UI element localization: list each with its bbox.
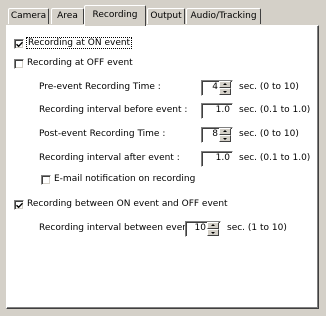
pre-time-label: Pre-event Recording Time : — [39, 82, 161, 92]
tab-area-label: Area — [57, 11, 78, 21]
spin-down-icon[interactable] — [219, 88, 231, 95]
tab-audio-tracking[interactable]: Audio/Tracking — [186, 8, 261, 24]
interval-between-unit: sec. (1 to 10) — [227, 223, 287, 233]
interval-after-value: 1.0 — [215, 153, 230, 163]
check-icon — [16, 202, 23, 209]
spin-up-icon[interactable] — [207, 222, 219, 229]
tab-area[interactable]: Area — [51, 8, 84, 24]
tab-output[interactable]: Output — [147, 8, 185, 24]
interval-after-label: Recording interval after event : — [39, 153, 180, 163]
tab-audio-tracking-label: Audio/Tracking — [190, 11, 257, 21]
check-icon — [16, 41, 23, 48]
post-time-unit: sec. (0 to 10) — [239, 129, 299, 139]
interval-after-field[interactable]: 1.0 — [201, 151, 233, 167]
interval-before-value: 1.0 — [215, 105, 230, 115]
interval-after-unit: sec. (0.1 to 1.0) — [239, 153, 311, 163]
post-time-label: Post-event Recording Time : — [39, 129, 166, 139]
pre-time-spinner[interactable] — [219, 81, 231, 95]
between-events-checkbox[interactable] — [14, 200, 24, 210]
tab-camera-label: Camera — [10, 11, 47, 21]
spin-down-icon[interactable] — [207, 229, 219, 236]
on-event-checkbox[interactable] — [14, 39, 24, 49]
between-events-label[interactable]: Recording between ON event and OFF event — [27, 199, 228, 209]
spin-up-icon[interactable] — [219, 81, 231, 88]
spin-down-icon[interactable] — [219, 135, 231, 142]
tab-output-label: Output — [150, 11, 182, 21]
tab-recording-label: Recording — [92, 10, 138, 20]
pre-time-unit: sec. (0 to 10) — [239, 82, 299, 92]
on-event-label[interactable]: Recording at ON event — [25, 37, 133, 49]
email-notify-label[interactable]: E-mail notification on recording — [54, 174, 195, 184]
interval-before-unit: sec. (0.1 to 1.0) — [239, 105, 311, 115]
interval-before-field[interactable]: 1.0 — [201, 103, 233, 119]
tab-recording[interactable]: Recording — [84, 5, 146, 26]
interval-between-label: Recording interval between events : — [39, 223, 203, 233]
off-event-label[interactable]: Recording at OFF event — [27, 58, 133, 68]
interval-between-spinner[interactable] — [207, 222, 219, 236]
email-notify-checkbox[interactable] — [41, 175, 51, 185]
spin-up-icon[interactable] — [219, 128, 231, 135]
post-time-spinner[interactable] — [219, 128, 231, 142]
tab-camera[interactable]: Camera — [8, 8, 49, 24]
recording-panel: Recording at ON event Recording at OFF e… — [6, 25, 319, 309]
interval-before-label: Recording interval before event : — [39, 105, 188, 115]
off-event-checkbox[interactable] — [14, 59, 24, 69]
